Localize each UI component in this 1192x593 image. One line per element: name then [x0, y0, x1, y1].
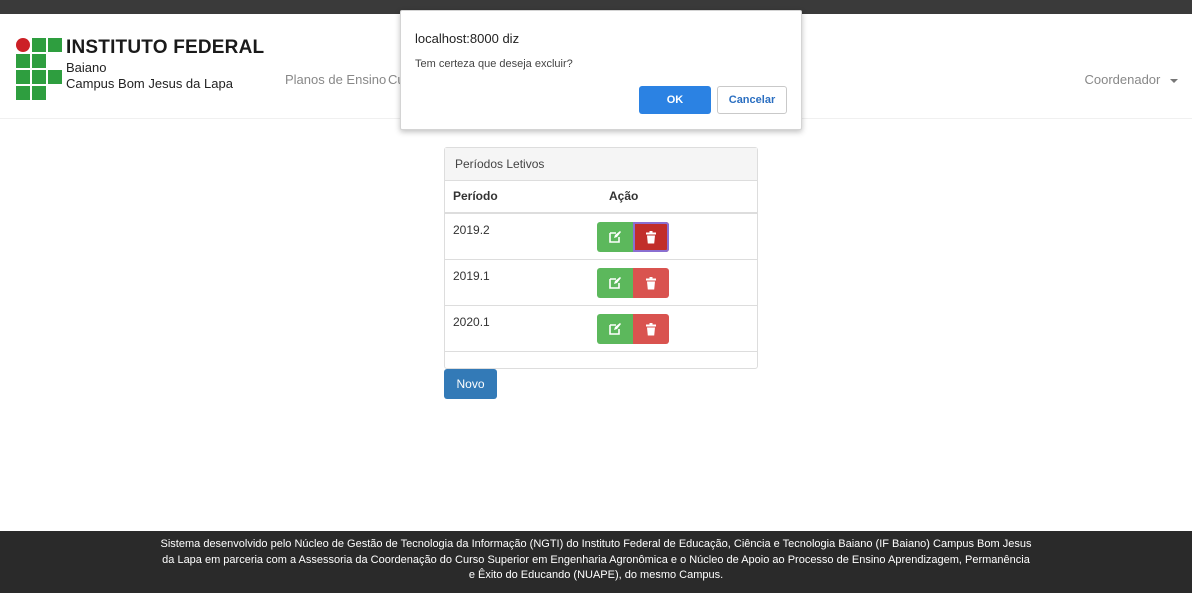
- cancel-button[interactable]: Cancelar: [717, 86, 787, 114]
- trash-icon: [646, 323, 656, 336]
- panel-heading: Períodos Letivos: [445, 148, 757, 181]
- table-row: 2019.2: [445, 214, 757, 260]
- caret-down-icon: [1170, 78, 1178, 83]
- logo-title: INSTITUTO FEDERAL: [66, 37, 265, 58]
- delete-button[interactable]: [633, 222, 669, 252]
- new-period-button[interactable]: Novo: [444, 369, 497, 399]
- footer-text: Sistema desenvolvido pelo Núcleo de Gest…: [100, 537, 1092, 584]
- table-row: 2019.1: [445, 260, 757, 306]
- panel-title: Períodos Letivos: [455, 157, 545, 171]
- confirm-dialog: localhost:8000 diz Tem certeza que desej…: [400, 10, 802, 130]
- edit-button[interactable]: [597, 268, 633, 298]
- footer-line: Sistema desenvolvido pelo Núcleo de Gest…: [160, 538, 1032, 550]
- edit-icon: [609, 277, 621, 289]
- logo-mark-icon: [16, 38, 64, 108]
- trash-icon: [646, 231, 656, 244]
- dialog-title: localhost:8000 diz: [415, 31, 520, 46]
- trash-icon: [646, 277, 656, 290]
- period-cell: 2020.1: [453, 315, 490, 329]
- user-menu-label: Coordenador: [1084, 72, 1161, 87]
- edit-button[interactable]: [597, 314, 633, 344]
- footer: Sistema desenvolvido pelo Núcleo de Gest…: [0, 531, 1192, 593]
- dialog-message: Tem certeza que deseja excluir?: [415, 58, 573, 70]
- ok-button[interactable]: OK: [639, 86, 711, 114]
- column-header-action: Ação: [609, 189, 639, 203]
- column-header-period: Período: [453, 189, 498, 203]
- period-cell: 2019.2: [453, 223, 490, 237]
- footer-line: e Êxito do Educando (NUAPE), do mesmo Ca…: [468, 569, 724, 581]
- period-cell: 2019.1: [453, 269, 490, 283]
- logo-subtitle: Baiano: [66, 60, 107, 75]
- periods-panel: Períodos Letivos Período Ação 2019.2 201…: [444, 147, 758, 369]
- institution-logo[interactable]: INSTITUTO FEDERAL Baiano Campus Bom Jesu…: [16, 37, 264, 108]
- delete-button[interactable]: [633, 314, 669, 344]
- footer-line: da Lapa em parceria com a Assessoria da …: [162, 553, 1030, 566]
- logo-campus: Campus Bom Jesus da Lapa: [66, 76, 233, 91]
- table-row: 2020.1: [445, 306, 757, 352]
- user-menu[interactable]: Coordenador: [1084, 72, 1178, 87]
- delete-button[interactable]: [633, 268, 669, 298]
- edit-button[interactable]: [597, 222, 633, 252]
- nav-planos-de-ensino[interactable]: Planos de Ensino: [285, 72, 386, 87]
- edit-icon: [609, 231, 621, 243]
- edit-icon: [609, 323, 621, 335]
